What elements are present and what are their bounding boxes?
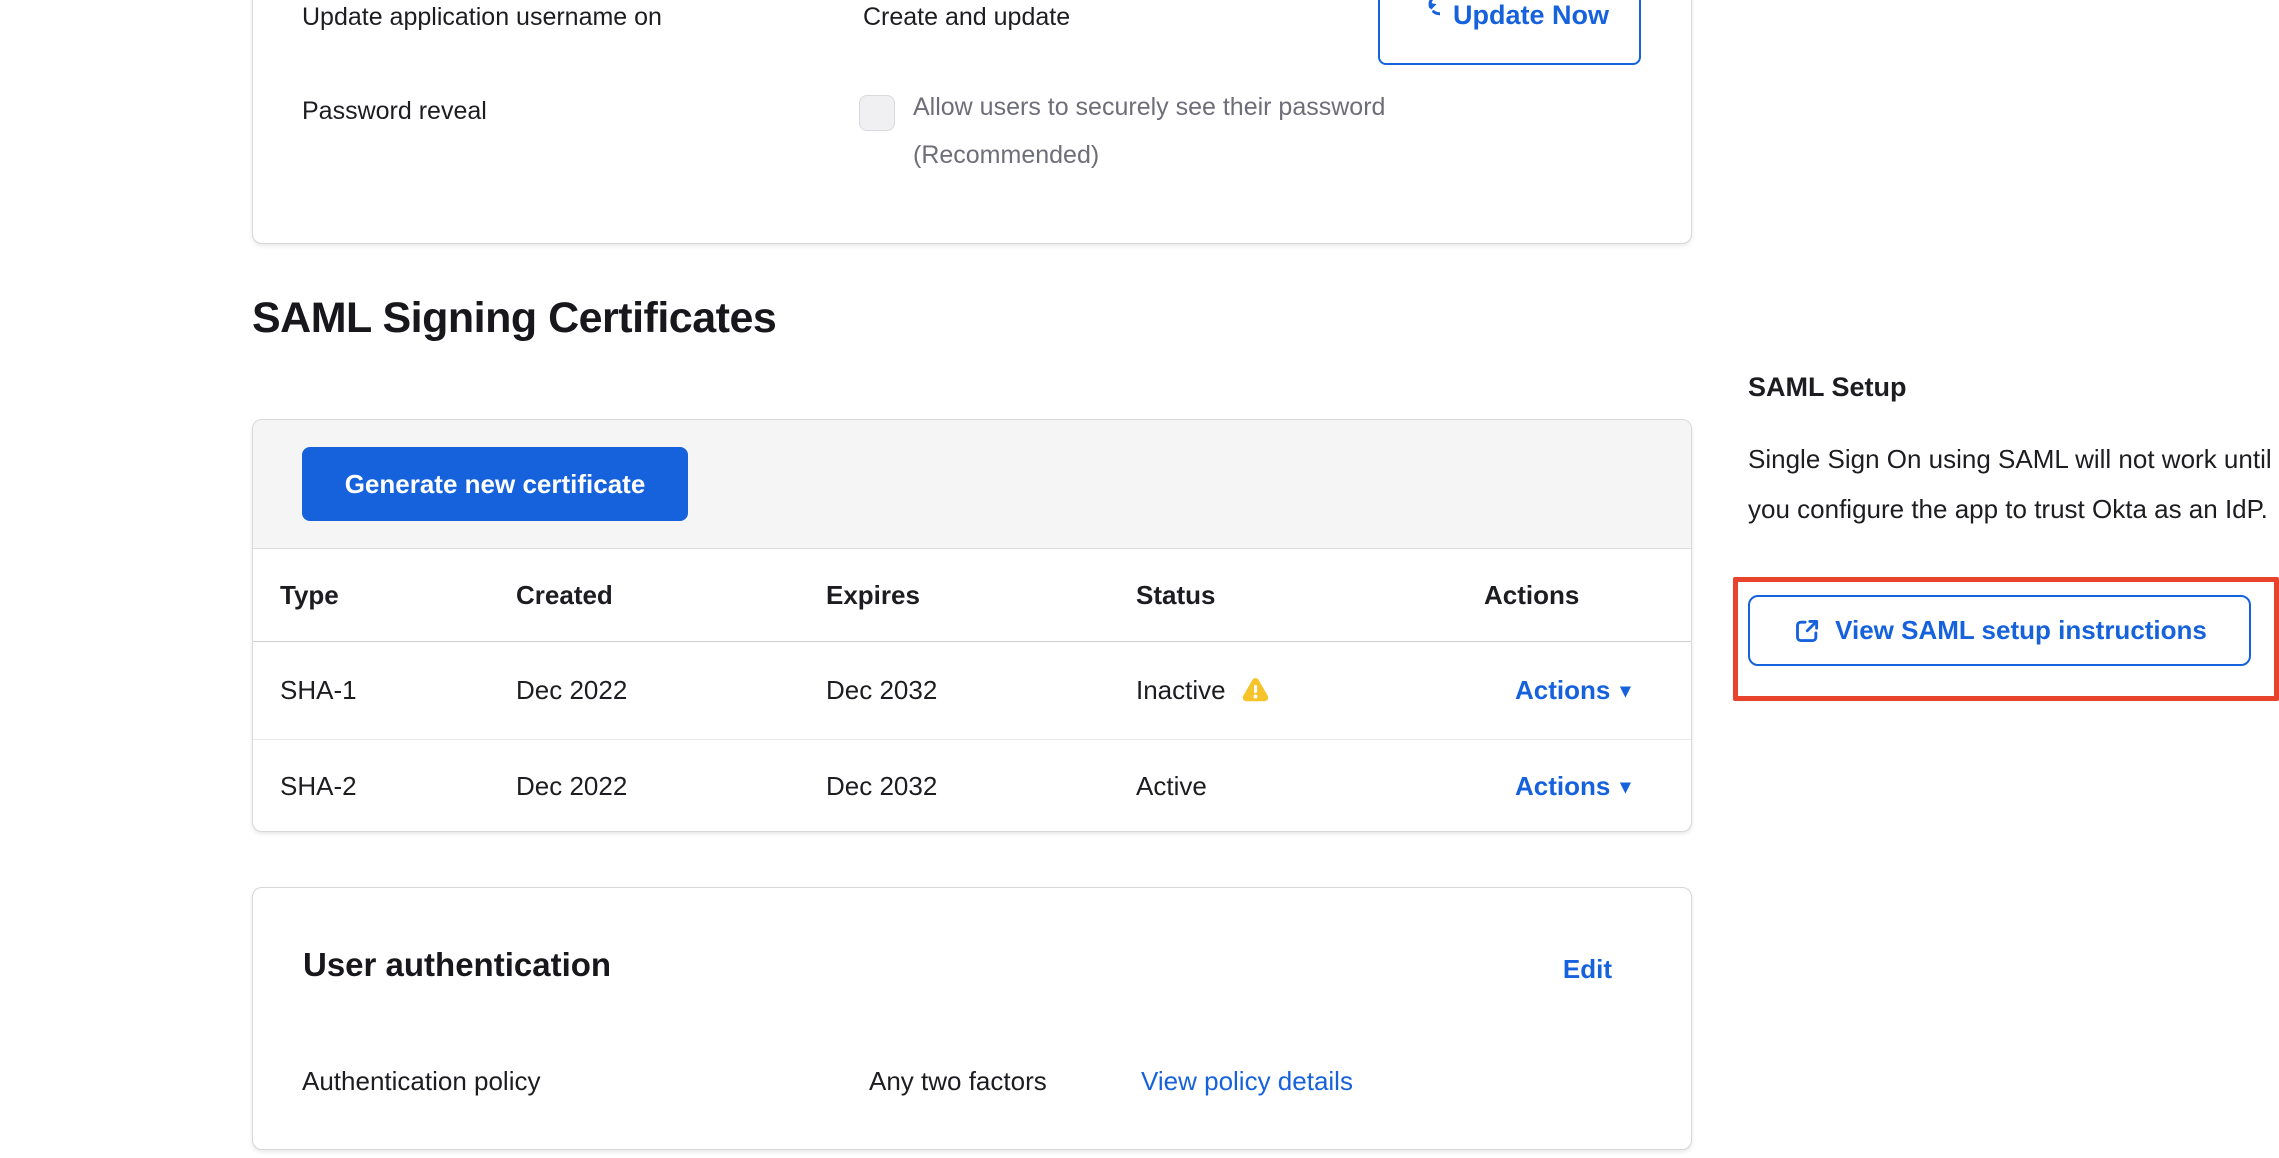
cert-actions-dropdown[interactable]: Actions ▾ [1515, 642, 1630, 739]
password-reveal-checkbox-label: Allow users to securely see their passwo… [913, 83, 1473, 179]
column-header-actions: Actions [1484, 549, 1579, 641]
user-authentication-title: User authentication [303, 946, 611, 984]
generate-certificate-button[interactable]: Generate new certificate [302, 447, 688, 521]
cert-actions-dropdown[interactable]: Actions ▾ [1515, 740, 1630, 832]
password-reveal-label: Password reveal [302, 97, 487, 126]
password-reveal-checkbox[interactable] [859, 95, 895, 131]
status-text: Inactive [1136, 675, 1226, 706]
user-authentication-card: User authentication Edit Authentication … [252, 887, 1692, 1150]
authentication-policy-value: Any two factors [869, 1066, 1047, 1097]
update-now-label: Update Now [1453, 0, 1609, 31]
column-header-type: Type [280, 549, 339, 641]
username-update-label: Update application username on [302, 3, 662, 32]
actions-label: Actions [1515, 675, 1610, 706]
cert-expires: Dec 2032 [826, 740, 937, 832]
cert-created: Dec 2022 [516, 642, 627, 739]
status-text: Active [1136, 771, 1207, 802]
certificates-panel: Generate new certificate Type Created Ex… [252, 419, 1692, 832]
table-row: SHA-1 Dec 2022 Dec 2032 Inactive Actions… [253, 642, 1691, 740]
username-update-value: Create and update [863, 3, 1070, 32]
caret-down-icon: ▾ [1620, 678, 1630, 703]
saml-setup-description: Single Sign On using SAML will not work … [1748, 434, 2272, 534]
checkbox-label-text: Allow users to securely see their passwo… [913, 93, 1385, 121]
saml-setup-heading: SAML Setup [1748, 372, 1907, 403]
view-saml-setup-instructions-button[interactable]: View SAML setup instructions [1748, 595, 2251, 666]
cert-created: Dec 2022 [516, 740, 627, 832]
edit-link[interactable]: Edit [1563, 954, 1612, 985]
caret-down-icon: ▾ [1620, 774, 1630, 799]
refresh-icon [1410, 0, 1440, 30]
cert-type: SHA-1 [280, 642, 357, 739]
authentication-policy-label: Authentication policy [302, 1066, 540, 1097]
view-policy-details-link[interactable]: View policy details [1141, 1066, 1353, 1097]
column-header-status: Status [1136, 549, 1215, 641]
page-title: SAML Signing Certificates [252, 294, 776, 343]
table-header-row: Type Created Expires Status Actions [253, 549, 1691, 642]
column-header-expires: Expires [826, 549, 920, 641]
cert-expires: Dec 2032 [826, 642, 937, 739]
warning-icon [1240, 675, 1271, 706]
actions-label: Actions [1515, 771, 1610, 802]
app-settings-card: Update application username on Create an… [252, 0, 1692, 244]
cert-status: Active [1136, 740, 1207, 832]
view-saml-setup-instructions-label: View SAML setup instructions [1835, 615, 2207, 646]
certificates-toolbar: Generate new certificate [253, 420, 1691, 549]
table-row: SHA-2 Dec 2022 Dec 2032 Active Actions ▾ [253, 740, 1691, 832]
cert-status: Inactive [1136, 642, 1271, 739]
page: Update application username on Create an… [0, 0, 2279, 1158]
cert-type: SHA-2 [280, 740, 357, 832]
update-now-button[interactable]: Update Now [1378, 0, 1641, 65]
checkbox-label-suffix: (Recommended) [913, 141, 1099, 169]
column-header-created: Created [516, 549, 613, 641]
external-link-icon [1792, 616, 1822, 646]
